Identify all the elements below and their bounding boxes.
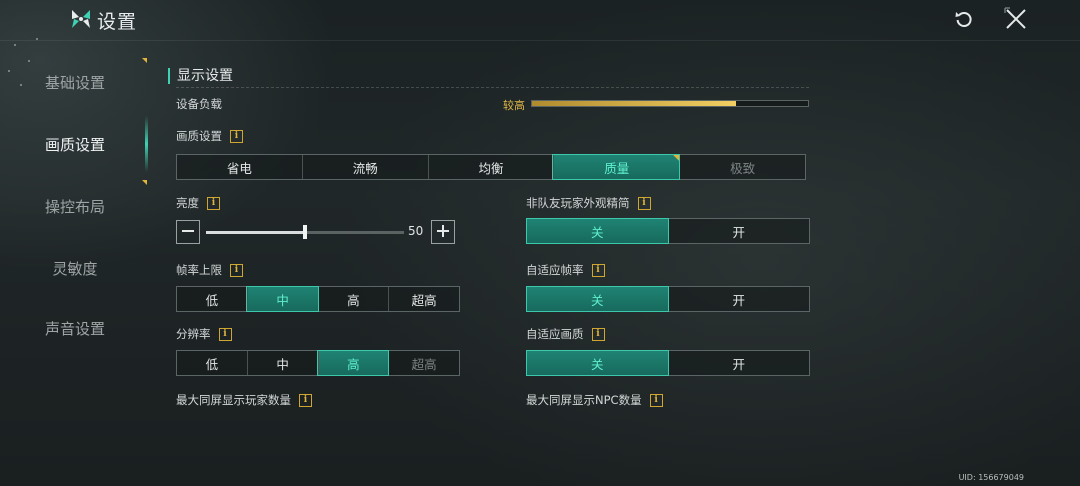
adaptive-fps-option-off[interactable]: 关 <box>526 286 669 312</box>
brightness-slider-fill <box>206 231 305 234</box>
adaptive-fps-option-on[interactable]: 开 <box>667 287 810 311</box>
sidebar-item-label: 灵敏度 <box>52 259 98 278</box>
sidebar-item-sensitivity[interactable]: 灵敏度 <box>0 238 150 298</box>
info-icon[interactable]: i <box>230 264 243 277</box>
page-title: 设置 <box>97 11 138 33</box>
sidebar-item-label: 声音设置 <box>44 319 105 338</box>
reset-button[interactable] <box>951 8 977 34</box>
max-npc-label: 最大同屏显示NPC数量 i <box>526 392 663 408</box>
info-icon[interactable]: i <box>591 328 605 341</box>
info-icon[interactable]: i <box>207 197 220 210</box>
brightness-increase-button[interactable] <box>431 220 455 244</box>
simplify-players-toggle: 关 开 <box>526 218 810 244</box>
quality-label-text: 画质设置 <box>176 129 222 143</box>
device-load-bar <box>531 100 809 107</box>
sidebar-item-label: 基础设置 <box>44 73 105 92</box>
sidebar-item-basic[interactable]: 基础设置 <box>0 52 150 112</box>
quality-label: 画质设置 i <box>176 128 243 144</box>
adaptive-quality-option-off[interactable]: 关 <box>526 350 669 376</box>
quality-option-power-save[interactable]: 省电 <box>177 155 302 179</box>
quality-option-extreme[interactable]: 极致 <box>679 155 805 179</box>
adaptive-quality-toggle: 关 开 <box>526 350 810 376</box>
sidebar-item-label: 画质设置 <box>44 135 105 154</box>
resolution-option-low[interactable]: 低 <box>177 351 247 375</box>
brightness-decrease-button[interactable] <box>176 220 200 244</box>
section-divider <box>176 87 809 88</box>
simplify-players-option-on[interactable]: 开 <box>667 219 810 243</box>
quality-option-smooth[interactable]: 流畅 <box>301 155 428 179</box>
close-icon <box>1004 7 1028 35</box>
section-title: 显示设置 <box>168 68 233 84</box>
sidebar-item-controls[interactable]: 操控布局 <box>0 176 150 236</box>
adaptive-quality-label: 自适应画质 i <box>526 326 605 342</box>
info-icon[interactable]: i <box>649 394 663 407</box>
minus-icon <box>181 223 195 242</box>
frame-limit-selector: 低 中 高 超高 <box>176 286 460 312</box>
adaptive-fps-toggle: 关 开 <box>526 286 810 312</box>
brightness-value: 50 <box>408 224 424 238</box>
resolution-label: 分辨率 i <box>176 326 232 342</box>
sidebar-item-label: 操控布局 <box>44 197 105 216</box>
resolution-option-high[interactable]: 高 <box>316 350 390 376</box>
frame-limit-option-high[interactable]: 高 <box>317 287 389 311</box>
frame-limit-option-low[interactable]: 低 <box>177 287 247 311</box>
resolution-option-ultra[interactable]: 超高 <box>388 351 459 375</box>
device-load-value: 较高 <box>503 99 525 112</box>
simplify-players-label-text: 非队友玩家外观精简 <box>526 196 630 210</box>
adaptive-quality-option-on[interactable]: 开 <box>667 351 810 375</box>
device-load-label: 设备负载 <box>176 97 222 111</box>
info-icon[interactable]: i <box>299 394 312 407</box>
user-id: UID: 156679049 <box>958 473 1024 482</box>
frame-limit-label: 帧率上限 i <box>176 262 243 278</box>
device-load-fill <box>532 101 737 106</box>
info-icon[interactable]: i <box>637 197 651 210</box>
simplify-players-option-off[interactable]: 关 <box>526 218 669 244</box>
info-icon[interactable]: i <box>218 328 232 341</box>
adaptive-fps-label-text: 自适应帧率 <box>526 263 584 277</box>
brightness-slider-handle[interactable] <box>303 225 307 239</box>
brand-logo-icon <box>70 8 92 30</box>
brightness-label: 亮度 i <box>176 195 220 211</box>
top-bar: 设置 <box>0 0 1080 41</box>
sidebar-item-graphics[interactable]: 画质设置 <box>0 114 150 174</box>
plus-icon <box>436 223 450 242</box>
adaptive-quality-label-text: 自适应画质 <box>526 327 584 341</box>
sidebar: 基础设置 画质设置 操控布局 灵敏度 声音设置 <box>0 52 150 382</box>
info-icon[interactable]: i <box>591 264 605 277</box>
max-players-label-text: 最大同屏显示玩家数量 <box>176 393 291 407</box>
resolution-selector: 低 中 高 超高 <box>176 350 460 376</box>
quality-option-quality[interactable]: 质量 <box>552 154 681 180</box>
quality-option-balanced[interactable]: 均衡 <box>427 155 554 179</box>
frame-limit-option-medium[interactable]: 中 <box>245 286 319 312</box>
info-icon[interactable]: i <box>230 130 243 143</box>
simplify-players-label: 非队友玩家外观精简 i <box>526 195 651 211</box>
close-button[interactable] <box>1003 7 1029 35</box>
background-speck <box>14 44 16 46</box>
brightness-label-text: 亮度 <box>176 196 199 210</box>
resolution-option-medium[interactable]: 中 <box>246 351 318 375</box>
max-npc-label-text: 最大同屏显示NPC数量 <box>526 393 642 407</box>
frame-limit-label-text: 帧率上限 <box>176 263 222 277</box>
adaptive-fps-label: 自适应帧率 i <box>526 262 605 278</box>
sidebar-item-sound[interactable]: 声音设置 <box>0 298 150 358</box>
max-players-label: 最大同屏显示玩家数量 i <box>176 392 312 408</box>
reset-icon <box>953 8 975 34</box>
quality-selector: 省电 流畅 均衡 质量 极致 <box>176 154 806 180</box>
resolution-label-text: 分辨率 <box>176 327 211 341</box>
frame-limit-option-ultra[interactable]: 超高 <box>388 287 459 311</box>
